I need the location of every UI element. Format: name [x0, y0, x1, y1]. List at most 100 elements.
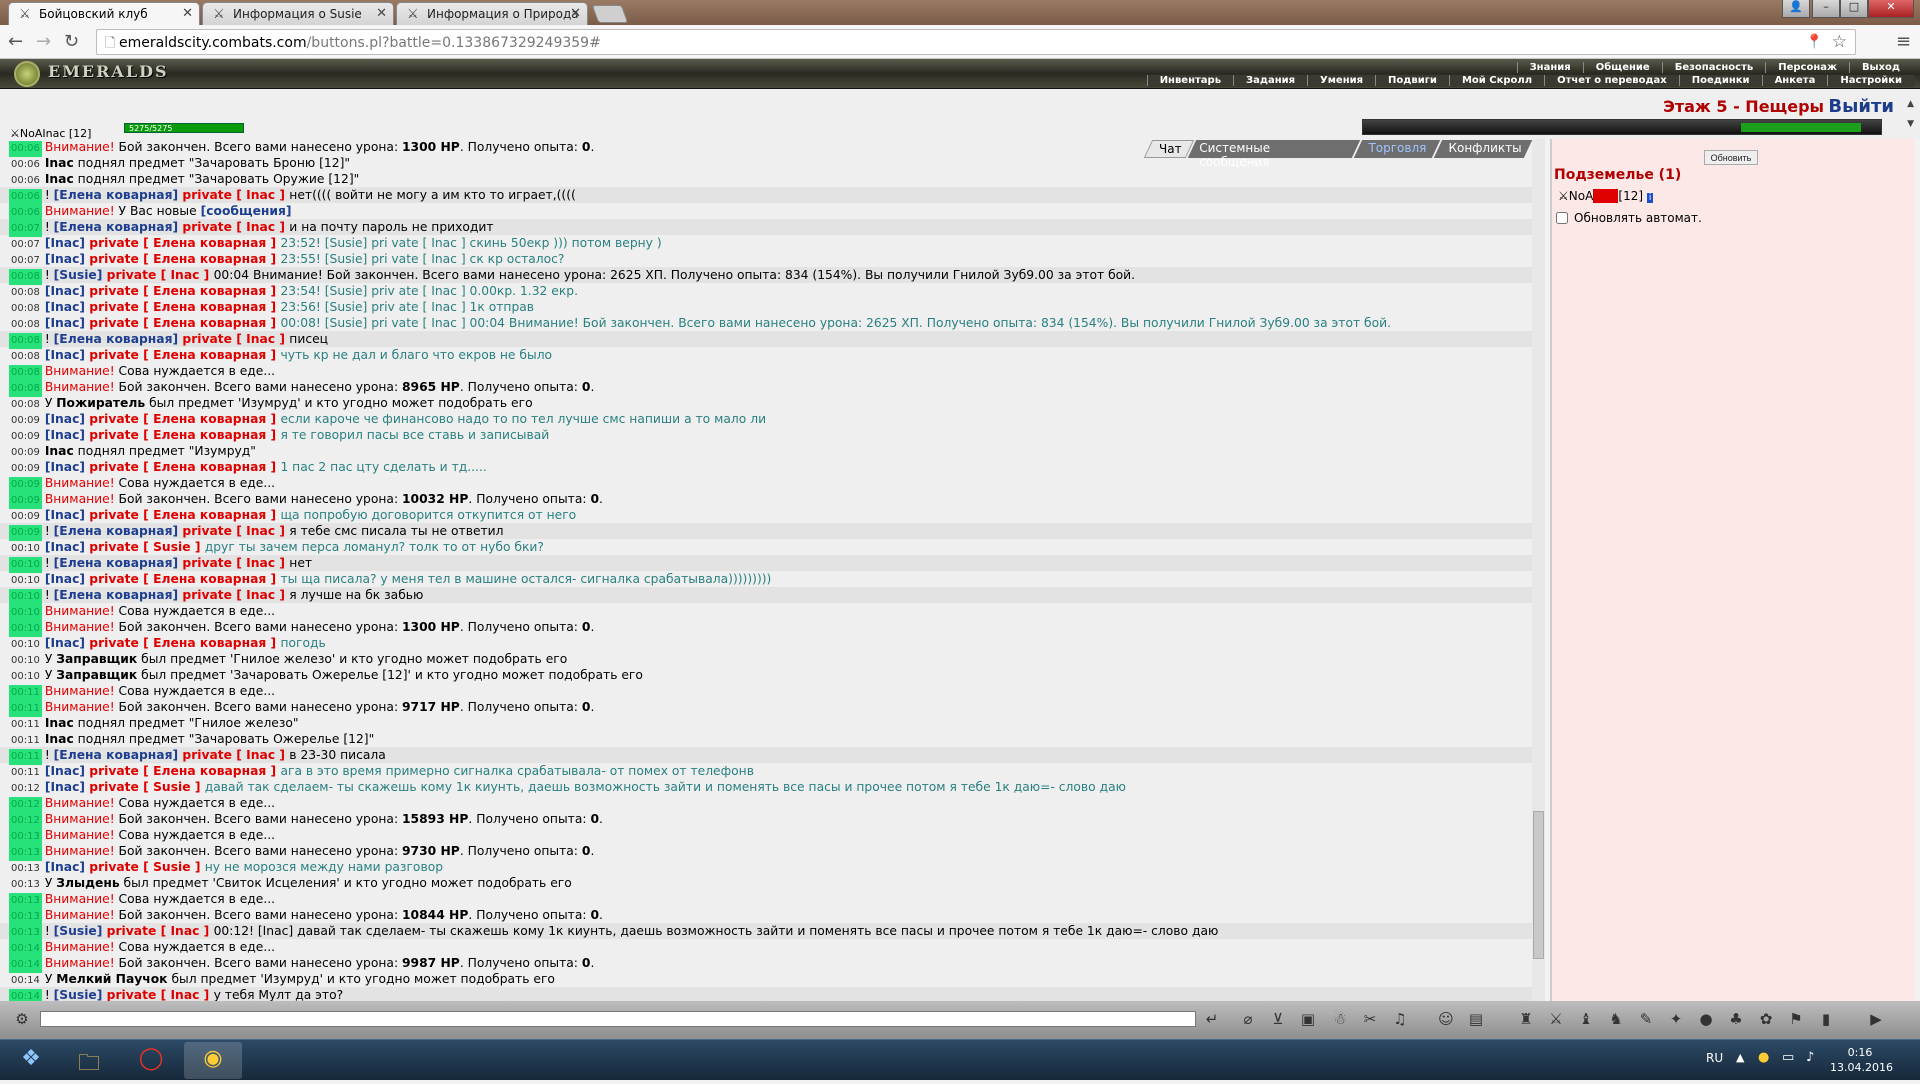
start-button[interactable]: ❖ — [2, 1042, 60, 1079]
chat-nick[interactable]: [Inac] — [45, 284, 85, 298]
chat-nick[interactable]: [Елена коварная] — [54, 332, 178, 346]
chat-settings-icon[interactable]: ⚙ — [12, 1010, 32, 1030]
action-icon-2[interactable]: ⚔ — [1546, 1010, 1566, 1030]
submenu-achievements[interactable]: Подвиги — [1375, 75, 1449, 86]
action-icon-6[interactable]: ✦ — [1666, 1010, 1686, 1030]
menu-icon[interactable]: ≡ — [1896, 31, 1911, 52]
tab-trade[interactable]: Торговля — [1353, 140, 1441, 158]
system-clock[interactable]: 0:16 13.04.2016 — [1830, 1045, 1893, 1075]
submenu-settings[interactable]: Настройки — [1827, 75, 1914, 86]
profile-button[interactable]: 👤 — [1782, 0, 1810, 18]
submenu-transfer-report[interactable]: Отчет о переводах — [1544, 75, 1679, 86]
reload-icon[interactable]: ↻ — [64, 31, 79, 52]
chat-nick[interactable]: [Inac] — [45, 540, 85, 554]
chat-log[interactable]: 00:06 Внимание! Бой закончен. Всего вами … — [0, 139, 1545, 1001]
menu-security[interactable]: Безопасность — [1661, 62, 1766, 73]
menu-knowledge[interactable]: Знания — [1516, 62, 1583, 73]
chat-scrollbar[interactable] — [1532, 139, 1545, 1001]
maximize-button[interactable]: □ — [1840, 0, 1868, 18]
menu-exit[interactable]: Выход — [1848, 62, 1912, 73]
submenu-quests[interactable]: Задания — [1233, 75, 1307, 86]
menu-character[interactable]: Персонаж — [1765, 62, 1849, 73]
exit-link[interactable]: Выйти — [1828, 96, 1894, 117]
chat-nick[interactable]: [Елена коварная] — [54, 748, 178, 762]
chat-nick[interactable]: [Inac] — [45, 780, 85, 794]
chat-nick[interactable]: [Inac] — [45, 764, 85, 778]
player-entry[interactable]: ⚔NoAInac[12] i — [1558, 189, 1654, 203]
language-indicator[interactable]: RU — [1706, 1051, 1723, 1065]
tab-fight-club[interactable]: ⚔ Бойцовский клуб ✕ — [8, 2, 200, 25]
scroll-up-icon[interactable]: ▲ — [1907, 99, 1914, 109]
back-icon[interactable]: ← — [8, 31, 23, 52]
star-icon[interactable]: ☆ — [1832, 32, 1847, 52]
chat-nick[interactable]: [Елена коварная] — [54, 556, 178, 570]
chat-nick[interactable]: [Inac] — [45, 860, 85, 874]
submenu-fights[interactable]: Поединки — [1678, 75, 1762, 86]
submenu-profile[interactable]: Анкета — [1761, 75, 1828, 86]
action-icon-9[interactable]: ✿ — [1756, 1010, 1776, 1030]
address-bar[interactable]: 🗋 emeraldscity.combats.com/buttons.pl?ba… — [96, 29, 1856, 55]
chat-nick[interactable]: [Inac] — [45, 636, 85, 650]
chat-nick[interactable]: [Susie] — [54, 988, 103, 1001]
chat-nick[interactable]: [Inac] — [45, 316, 85, 330]
opera-icon[interactable]: ◯ — [122, 1042, 180, 1079]
chat-nick[interactable]: [Елена коварная] — [54, 588, 178, 602]
scroll-thumb[interactable] — [1533, 811, 1544, 959]
chat-nick[interactable]: [Susie] — [54, 268, 103, 282]
tray-app-icon[interactable]: ● — [1758, 1050, 1769, 1065]
close-icon[interactable]: ✕ — [570, 6, 581, 21]
save-icon[interactable]: ▣ — [1298, 1010, 1318, 1030]
scroll-down-icon[interactable]: ▼ — [1907, 119, 1914, 129]
chat-nick[interactable]: [Елена коварная] — [54, 220, 178, 234]
explorer-icon[interactable]: 🗀 — [60, 1042, 118, 1079]
close-icon[interactable]: ✕ — [376, 6, 387, 21]
action-icon-1[interactable]: ♜ — [1516, 1010, 1536, 1030]
chat-nick[interactable]: [Inac] — [45, 428, 85, 442]
new-tab-button[interactable] — [591, 5, 629, 23]
chat-nick[interactable]: [Елена коварная] — [54, 524, 178, 538]
menu-communication[interactable]: Общение — [1582, 62, 1662, 73]
chat-nick[interactable]: [Inac] — [45, 252, 85, 266]
smile-icon[interactable]: ☺ — [1436, 1010, 1456, 1030]
chat-nick[interactable]: [Inac] — [45, 572, 85, 586]
action-icon-10[interactable]: ⚑ — [1786, 1010, 1806, 1030]
close-icon[interactable]: ✕ — [182, 6, 193, 21]
send-icon[interactable]: ↵ — [1202, 1010, 1222, 1030]
filter-icon[interactable]: ⊻ — [1268, 1010, 1288, 1030]
auto-refresh-checkbox[interactable] — [1556, 212, 1568, 224]
close-window-button[interactable]: ✕ — [1868, 0, 1914, 18]
action-icon-3[interactable]: ♝ — [1576, 1010, 1596, 1030]
submenu-skills[interactable]: Умения — [1307, 75, 1375, 86]
action-icon-8[interactable]: ♣ — [1726, 1010, 1746, 1030]
tab-system-messages[interactable]: Системные сообщения — [1187, 140, 1361, 169]
chat-nick[interactable]: [Inac] — [45, 348, 85, 362]
minimize-button[interactable]: – — [1812, 0, 1840, 18]
tab-chat[interactable]: Чат — [1143, 140, 1195, 158]
tray-arrow-icon[interactable]: ▲ — [1736, 1051, 1744, 1064]
action-icon-11[interactable]: ▮ — [1816, 1010, 1836, 1030]
network-icon[interactable]: ▭ — [1782, 1050, 1794, 1065]
chat-nick[interactable]: [Inac] — [45, 300, 85, 314]
clear-icon[interactable]: ⌀ — [1238, 1010, 1258, 1030]
chat-nick[interactable]: [Inac] — [45, 508, 85, 522]
chat-nick[interactable]: [Inac] — [45, 460, 85, 474]
chat-timestamp[interactable]: 00:14 — [9, 989, 42, 1001]
sound-icon[interactable]: ♫ — [1390, 1010, 1410, 1030]
forward-icon[interactable]: → — [36, 31, 51, 52]
chat-nick[interactable]: [Inac] — [45, 236, 85, 250]
action-icon-7[interactable]: ● — [1696, 1010, 1716, 1030]
action-icon-5[interactable]: ✎ — [1636, 1010, 1656, 1030]
chat-nick[interactable]: [Susie] — [54, 924, 103, 938]
action-icon-4[interactable]: ♞ — [1606, 1010, 1626, 1030]
chat-nick[interactable]: [сообщения] — [201, 204, 292, 218]
info-icon[interactable]: i — [1646, 193, 1654, 203]
chrome-icon[interactable]: ◉ — [184, 1042, 242, 1079]
submenu-my-scroll[interactable]: Мой Скролл — [1448, 75, 1544, 86]
play-icon[interactable]: ▶ — [1866, 1010, 1886, 1030]
volume-icon[interactable]: ♪ — [1806, 1050, 1814, 1065]
location-pin-icon[interactable]: 📍 — [1806, 34, 1823, 50]
people-icon[interactable]: ☃ — [1330, 1010, 1350, 1030]
tab-susie-info[interactable]: ⚔ Информация о Susie ✕ — [202, 2, 394, 25]
chat-nick[interactable]: [Inac] — [45, 412, 85, 426]
tools-icon[interactable]: ✂ — [1360, 1010, 1380, 1030]
